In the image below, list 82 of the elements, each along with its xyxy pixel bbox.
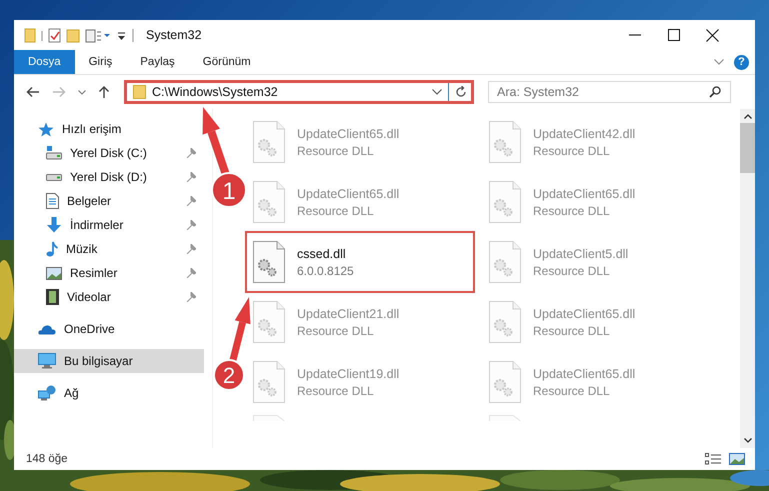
ribbon-tab[interactable]: Dosya: [14, 50, 75, 74]
maximize-icon[interactable]: [668, 29, 680, 41]
film-icon: [46, 289, 59, 305]
up-icon[interactable]: [98, 85, 110, 99]
address-bar[interactable]: C:\Windows\System32: [124, 80, 474, 104]
file-description: Resource DLL: [533, 204, 611, 218]
sidebar-item[interactable]: Videolar: [14, 285, 204, 309]
chevron-down-icon[interactable]: [714, 59, 724, 65]
file-description: Resource DLL: [533, 264, 611, 278]
step-badge: 1: [211, 172, 247, 208]
recent-locations-icon[interactable]: [78, 90, 86, 94]
file-description: Resource DLL: [533, 384, 611, 398]
pin-icon[interactable]: [186, 244, 196, 254]
ribbon-tab[interactable]: Görünüm: [188, 50, 265, 74]
file-description: Resource DLL: [533, 324, 611, 338]
file-name: UpdateClient21.dll: [297, 306, 400, 320]
sidebar-item[interactable]: Resimler: [14, 261, 204, 285]
sidebar-item[interactable]: Yerel Disk (D:): [14, 165, 204, 189]
file-name: UpdateClient42.dll: [533, 126, 636, 140]
refresh-icon[interactable]: [455, 86, 467, 98]
pin-icon[interactable]: [186, 148, 196, 158]
sidebar-item[interactable]: Bu bilgisayar: [14, 349, 204, 373]
document-icon: [46, 193, 59, 209]
scrollbar[interactable]: [740, 109, 755, 448]
computer-icon: [38, 353, 56, 369]
drive-icon: [46, 146, 62, 160]
scroll-thumb[interactable]: [740, 123, 755, 173]
ribbon-tab[interactable]: Giriş: [74, 50, 126, 74]
pin-icon[interactable]: [186, 292, 196, 302]
pin-icon[interactable]: [186, 268, 196, 278]
file-description: 6.0.0.8125: [297, 264, 354, 278]
scroll-up-icon[interactable]: [744, 114, 752, 119]
search-field[interactable]: Ara: System32: [488, 81, 731, 103]
file-name: UpdateClient65.dll: [297, 126, 400, 140]
network-icon: [38, 385, 56, 401]
file-icon: [253, 415, 285, 421]
cloud-icon: [38, 324, 56, 334]
arrow: [230, 297, 250, 361]
file-name: UpdateClient65.dll: [533, 306, 636, 320]
arrow: [202, 107, 230, 176]
download-arrow-icon: [46, 217, 62, 233]
file-description: Resource DLL: [297, 144, 375, 158]
file-description: Resource DLL: [533, 144, 611, 158]
sidebar-item[interactable]: Müzik: [14, 237, 204, 261]
music-note-icon: [46, 241, 58, 257]
sidebar-item[interactable]: Ağ: [14, 381, 87, 405]
file-name: UpdateClient65.dll: [533, 366, 636, 380]
file-description: Resource DLL: [297, 324, 375, 338]
file-name: UpdateClient5.dll: [533, 246, 628, 260]
help-button[interactable]: ?: [734, 54, 749, 70]
file-icon: [489, 415, 521, 421]
file-name: cssed.dll: [297, 246, 347, 260]
window-title: System32: [146, 28, 202, 42]
large-icons-view-icon[interactable]: [729, 453, 745, 465]
chevron-down-icon[interactable]: [432, 89, 442, 95]
drive-icon: [46, 174, 62, 180]
ribbon-tab[interactable]: Paylaş: [126, 50, 189, 74]
file-description: Resource DLL: [297, 204, 375, 218]
close-icon[interactable]: [706, 28, 719, 42]
folder-icon: [133, 85, 146, 99]
step-badge: 2: [213, 359, 245, 391]
details-view-icon[interactable]: [705, 453, 721, 465]
quick-access-toolbar-icon[interactable]: [24, 27, 136, 43]
sidebar-item[interactable]: Belgeler: [14, 189, 204, 213]
sidebar-item[interactable]: İndirmeler: [14, 213, 204, 237]
pin-icon[interactable]: [186, 220, 196, 230]
star-icon: [38, 122, 54, 136]
scroll-down-icon[interactable]: [744, 438, 752, 443]
sidebar-item[interactable]: Yerel Disk (C:): [14, 141, 204, 165]
pin-icon[interactable]: [186, 196, 196, 206]
file-description: Resource DLL: [297, 384, 375, 398]
address-path: C:\Windows\System32: [152, 85, 279, 99]
pin-icon[interactable]: [186, 172, 196, 182]
back-icon[interactable]: [26, 86, 40, 98]
file-name: UpdateClient19.dll: [297, 366, 400, 380]
file-name: UpdateClient65.dll: [297, 186, 400, 200]
file-name: UpdateClient65.dll: [533, 186, 636, 200]
sidebar-item[interactable]: Hızlı erişim: [14, 117, 130, 141]
sidebar-item[interactable]: OneDrive: [14, 317, 123, 341]
image-icon: [46, 266, 62, 280]
item-count: 148 öğe: [26, 453, 68, 465]
search-icon: [709, 86, 721, 98]
